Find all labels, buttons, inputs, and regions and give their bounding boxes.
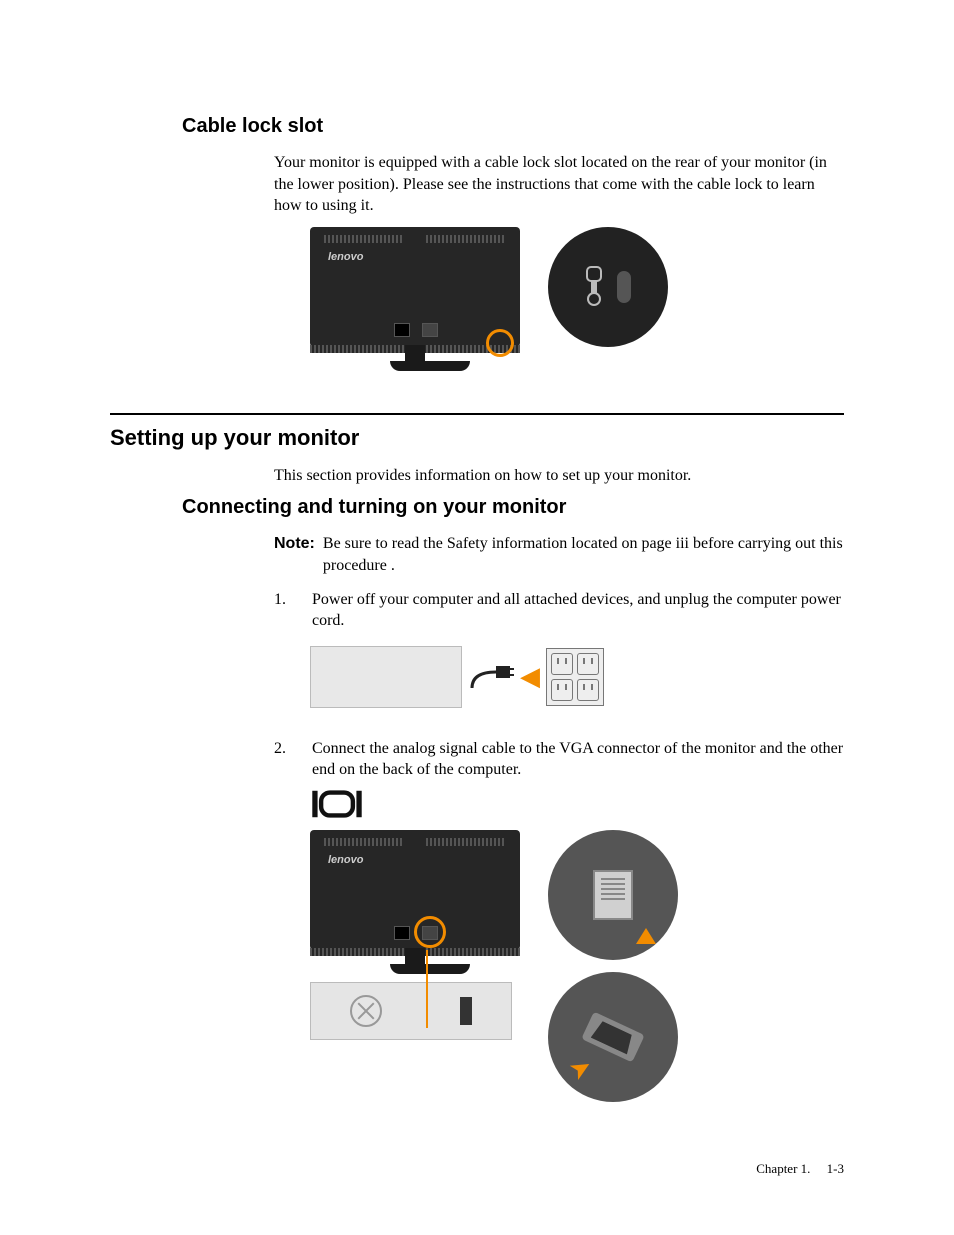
footer-page-number: 1-3: [827, 1161, 844, 1176]
heading-cable-lock-slot: Cable lock slot: [182, 115, 844, 138]
monitor-rear-illustration: lenovo: [310, 227, 520, 373]
highlight-circle-icon: [486, 329, 514, 357]
up-arrow-icon: [636, 928, 656, 944]
callout-line-icon: [426, 950, 428, 1028]
plug-cord-icon: [468, 662, 514, 692]
step-1: 1. Power off your computer and all attac…: [274, 589, 844, 632]
monitor-logo: lenovo: [328, 854, 363, 866]
fan-icon: [350, 995, 382, 1027]
page-footer: Chapter 1. 1-3: [756, 1161, 844, 1177]
lock-slot-detail-illustration: [548, 227, 668, 347]
step-text: Connect the analog signal cable to the V…: [312, 738, 844, 781]
wall-outlet-illustration: [546, 648, 604, 706]
heading-setting-up-monitor: Setting up your monitor: [110, 425, 844, 451]
paragraph-cable-lock: Your monitor is equipped with a cable lo…: [274, 152, 844, 217]
heading-connecting-turning-on: Connecting and turning on your monitor: [182, 496, 844, 519]
computer-rear-illustration: [310, 982, 512, 1040]
paragraph-setup-intro: This section provides information on how…: [274, 465, 844, 487]
left-arrow-icon: ◀: [520, 664, 540, 690]
step-text: Power off your computer and all attached…: [312, 589, 844, 632]
monitor-logo: lenovo: [328, 251, 363, 263]
footer-chapter: Chapter 1.: [756, 1161, 810, 1176]
note-row: Note: Be sure to read the Safety informa…: [274, 533, 844, 576]
diagonal-arrow-icon: ➤: [564, 1050, 598, 1087]
vga-symbol-icon: [310, 789, 844, 824]
vga-cable-detail: ➤: [548, 972, 678, 1102]
computer-box-illustration: [310, 646, 462, 708]
step-number: 2.: [274, 738, 312, 781]
dvi-connector-detail: [548, 830, 678, 960]
figure-cable-lock: lenovo: [310, 227, 844, 373]
figure-unplug-power: ◀: [310, 646, 844, 708]
highlight-circle-icon: [414, 916, 446, 948]
step-number: 1.: [274, 589, 312, 632]
note-label: Note:: [274, 533, 315, 576]
monitor-rear-illustration: lenovo: [310, 830, 520, 976]
note-text: Be sure to read the Safety information l…: [323, 533, 844, 576]
vga-port-icon: [460, 997, 472, 1025]
step-2: 2. Connect the analog signal cable to th…: [274, 738, 844, 781]
section-divider: [110, 413, 844, 415]
figure-connect-vga: lenovo ➤: [310, 830, 844, 1102]
